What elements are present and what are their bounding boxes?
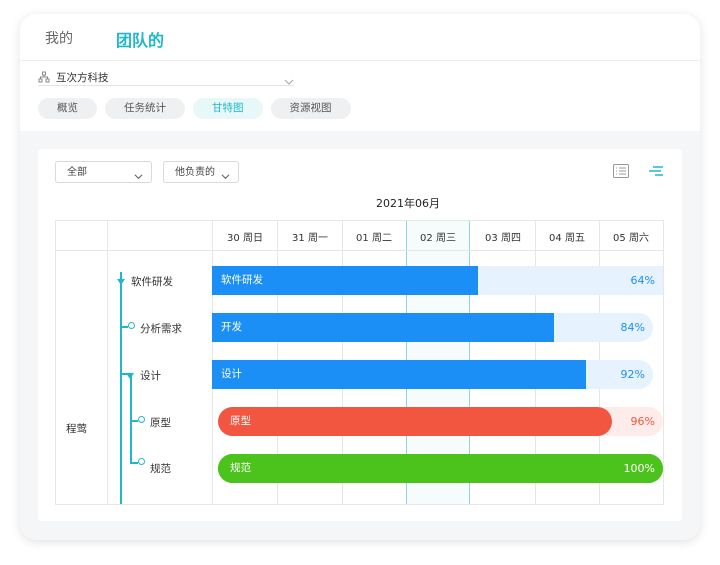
node-circle-icon xyxy=(128,322,135,329)
chevron-down-icon xyxy=(221,168,230,180)
tree-line xyxy=(120,272,122,504)
task-bar[interactable]: 开发 xyxy=(212,313,554,342)
gantt-grid: 30 周日 31 周一 01 周二 02 周三 03 周四 04 周五 05 周… xyxy=(55,220,664,505)
gantt-view-icon[interactable] xyxy=(647,163,665,179)
org-tree-icon xyxy=(38,71,50,83)
view-tabs: 概览 任务统计 甘特图 资源视图 xyxy=(38,98,351,119)
tab-task-stats[interactable]: 任务统计 xyxy=(105,98,185,119)
header-divider xyxy=(56,250,663,251)
task-name[interactable]: 设计 xyxy=(140,368,161,383)
tree-line xyxy=(130,420,138,422)
task-name[interactable]: 原型 xyxy=(150,415,171,430)
gantt-panel: 全部 他负责的 2021年06月 30 周日 31 周一 01 周二 02 周三… xyxy=(38,149,682,521)
scope-dropdown-value: 全部 xyxy=(67,167,87,178)
month-label: 2021年06月 xyxy=(376,197,440,210)
day-header: 03 周四 xyxy=(485,233,521,244)
progress-label: 92% xyxy=(620,368,645,381)
task-name[interactable]: 分析需求 xyxy=(140,321,182,336)
divider xyxy=(20,60,700,61)
task-name[interactable]: 规范 xyxy=(150,461,171,476)
task-bar[interactable]: 软件研发 xyxy=(212,266,478,295)
progress-label: 100% xyxy=(623,462,655,475)
day-header: 04 周五 xyxy=(549,233,585,244)
task-name[interactable]: 软件研发 xyxy=(131,274,173,289)
progress-label: 64% xyxy=(630,274,655,287)
scope-dropdown[interactable]: 全部 xyxy=(55,161,152,183)
day-header: 30 周日 xyxy=(227,233,263,244)
collapse-triangle-icon[interactable] xyxy=(117,279,125,285)
grid-line xyxy=(107,221,108,504)
tab-team[interactable]: 团队的 xyxy=(116,27,164,51)
task-bar[interactable]: 原型 xyxy=(218,407,612,436)
tab-overview[interactable]: 概览 xyxy=(38,98,97,119)
owner-dropdown-value: 他负责的 xyxy=(175,167,215,178)
node-circle-icon xyxy=(138,458,145,465)
tree-line xyxy=(120,326,128,328)
progress-label: 96% xyxy=(630,415,655,428)
progress-label: 84% xyxy=(620,321,645,334)
list-view-icon[interactable] xyxy=(612,163,630,179)
owner-name: 程莺 xyxy=(66,423,87,435)
org-underline xyxy=(38,85,294,86)
app-window: 我的 团队的 互次方科技 概览 任务统计 甘特图 资源视图 全部 他负责的 20… xyxy=(20,14,700,540)
task-bar[interactable]: 规范 xyxy=(218,454,663,483)
tab-gantt[interactable]: 甘特图 xyxy=(193,98,263,119)
tab-resource-view[interactable]: 资源视图 xyxy=(270,98,351,119)
owner-dropdown[interactable]: 他负责的 xyxy=(163,161,239,183)
day-header: 05 周六 xyxy=(613,233,649,244)
day-header: 01 周二 xyxy=(356,233,392,244)
chevron-down-icon[interactable] xyxy=(284,72,294,85)
tab-mine[interactable]: 我的 xyxy=(45,28,73,48)
day-header: 02 周三 xyxy=(420,233,456,244)
org-name: 互次方科技 xyxy=(56,71,109,84)
tree-line xyxy=(130,462,138,464)
day-header: 31 周一 xyxy=(292,233,328,244)
task-bar[interactable]: 设计 xyxy=(212,360,586,389)
node-circle-icon xyxy=(138,416,145,423)
chevron-down-icon xyxy=(134,168,143,180)
top-section: 我的 团队的 互次方科技 概览 任务统计 甘特图 资源视图 xyxy=(20,14,700,131)
org-selector[interactable]: 互次方科技 xyxy=(38,68,109,86)
